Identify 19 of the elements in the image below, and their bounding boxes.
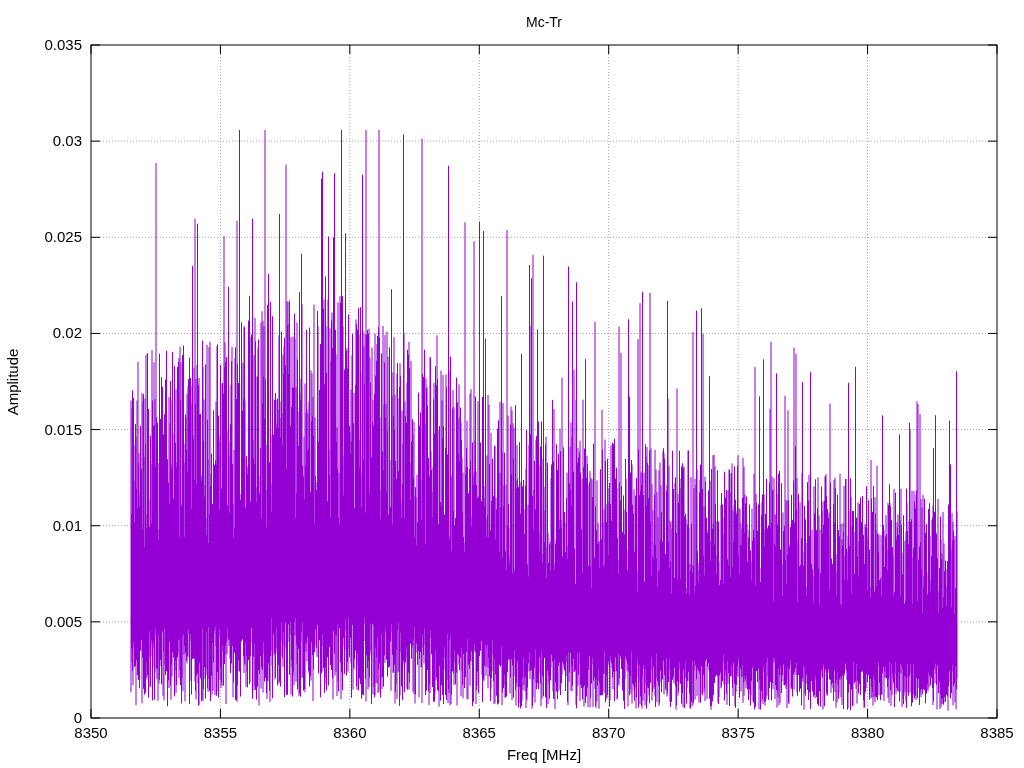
chart-title: Mc-Tr (526, 14, 562, 30)
tick-label: 8355 (203, 724, 238, 741)
tick-label: 0.02 (52, 324, 82, 342)
axis-title: Freq [MHz] (506, 746, 582, 763)
tick-label: 0.025 (44, 228, 82, 246)
tick-label: 8360 (333, 724, 367, 741)
axis-title: Amplitude (4, 348, 21, 416)
tick-label: 8350 (74, 724, 108, 741)
tick-label: 8380 (850, 724, 885, 741)
tick-label: 8370 (592, 724, 626, 741)
tick-label: 0.03 (52, 132, 82, 150)
tick-label: 0.01 (52, 516, 82, 534)
tick-label: 0.005 (44, 612, 82, 630)
tick-label: 0.035 (44, 36, 82, 53)
tick-label: 8375 (721, 724, 755, 741)
tick-label: 0.015 (44, 420, 82, 438)
tick-label: 0 (73, 709, 82, 726)
tick-label: 8365 (462, 724, 496, 741)
tick-label: 8385 (980, 724, 1014, 741)
